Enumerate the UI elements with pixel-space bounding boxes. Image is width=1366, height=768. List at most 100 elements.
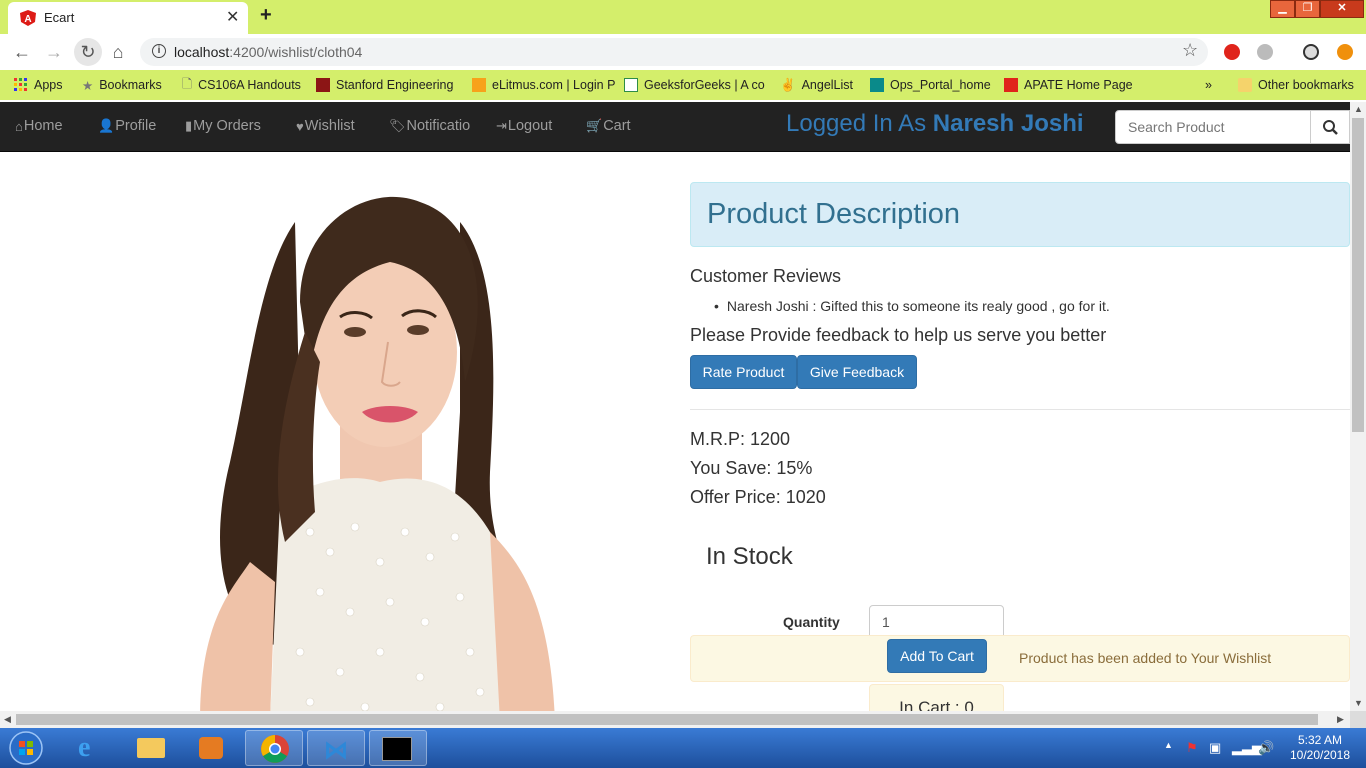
internet-explorer-icon[interactable]: e xyxy=(62,730,120,766)
bookmark-star-icon[interactable]: ☆ xyxy=(1182,40,1198,61)
search-button[interactable] xyxy=(1310,110,1350,144)
product-description-panel: Product Description xyxy=(690,182,1350,247)
panel-title: Product Description xyxy=(707,198,961,230)
add-to-cart-button[interactable]: Add To Cart xyxy=(887,639,987,673)
scroll-down-icon[interactable]: ▼ xyxy=(1354,698,1363,708)
horizontal-scroll-thumb[interactable] xyxy=(16,714,1318,725)
chrome-icon[interactable] xyxy=(245,730,303,766)
site-navbar: ⌂ Home 👤 Profile ▮ My Orders ♥ Wishlist … xyxy=(0,102,1350,152)
tray-expand-icon[interactable]: ▲ xyxy=(1164,740,1173,750)
window-close-button[interactable]: ✕ xyxy=(1320,0,1364,18)
bookmark-label: Bookmarks xyxy=(99,78,162,92)
action-center-flag-icon[interactable]: ⚑ xyxy=(1186,740,1198,756)
device-icon[interactable]: ▣ xyxy=(1209,740,1221,756)
url-host: localhost xyxy=(174,44,230,60)
nav-my-orders[interactable]: ▮ My Orders xyxy=(185,118,261,134)
browser-tab[interactable]: A Ecart ✕ xyxy=(8,2,248,34)
bookmark-label: APATE Home Page xyxy=(1024,78,1133,92)
scroll-right-icon[interactable]: ▶ xyxy=(1337,714,1344,725)
give-feedback-button[interactable]: Give Feedback xyxy=(797,355,917,389)
victory-hand-icon: ✌ xyxy=(780,77,796,92)
new-tab-button[interactable]: + xyxy=(260,4,272,27)
bookmark-stanford[interactable]: Stanford Engineering xyxy=(316,76,453,94)
bookmark-other[interactable]: Other bookmarks xyxy=(1238,76,1354,94)
rate-product-button[interactable]: Rate Product xyxy=(690,355,797,389)
scroll-up-icon[interactable]: ▲ xyxy=(1354,104,1363,114)
reload-icon[interactable]: ↻ xyxy=(76,40,100,64)
review-text: Naresh Joshi : Gifted this to someone it… xyxy=(726,298,1110,314)
horizontal-scrollbar[interactable]: ◀ ▶ xyxy=(0,711,1350,728)
nav-notifications[interactable]: 🏷 Notificatio xyxy=(389,118,470,134)
angular-icon: A xyxy=(20,10,36,26)
nav-label: Home xyxy=(23,118,63,134)
in-cart-badge: In Cart : 0 xyxy=(869,684,1004,711)
bookmark-angellist[interactable]: ✌ AngelList xyxy=(780,76,853,94)
customer-reviews-heading: Customer Reviews xyxy=(690,266,842,286)
forward-icon[interactable]: → xyxy=(42,40,66,64)
minimize-button[interactable]: ▁ xyxy=(1270,0,1295,18)
sharepoint-icon xyxy=(870,78,884,92)
url-text[interactable]: localhost:4200/wishlist/cloth04 xyxy=(174,44,362,60)
media-player-icon[interactable] xyxy=(182,730,240,766)
bullet-icon: • xyxy=(714,298,719,314)
soccer-extension-icon[interactable] xyxy=(1303,44,1319,60)
close-icon[interactable]: ✕ xyxy=(226,7,239,27)
folder-icon xyxy=(1238,78,1252,92)
maximize-button[interactable]: ❐ xyxy=(1295,0,1320,18)
scroll-left-icon[interactable]: ◀ xyxy=(4,714,11,725)
volume-icon[interactable]: 🔊 xyxy=(1258,740,1274,756)
opera-extension-icon[interactable] xyxy=(1224,44,1240,60)
cart-icon: 🛒 xyxy=(586,118,603,133)
elitmus-icon xyxy=(472,78,486,92)
bookmark-apps[interactable]: Apps xyxy=(14,76,63,94)
svg-text:A: A xyxy=(24,14,31,25)
star-icon: ★ xyxy=(82,78,94,93)
bookmark-label: eLitmus.com | Login P xyxy=(492,78,616,92)
back-icon[interactable]: ← xyxy=(10,40,34,64)
divider xyxy=(690,409,1350,410)
bookmark-elitmus[interactable]: eLitmus.com | Login P xyxy=(472,76,615,94)
page-viewport: ⌂ Home 👤 Profile ▮ My Orders ♥ Wishlist … xyxy=(0,102,1350,711)
bookmark-ops-portal[interactable]: Ops_Portal_home xyxy=(870,76,991,94)
nav-profile[interactable]: 👤 Profile xyxy=(98,118,156,134)
wishlist-message: Product has been added to Your Wishlist xyxy=(1019,650,1272,666)
mrp-text: M.R.P: 1200 xyxy=(690,429,791,449)
start-button-icon[interactable] xyxy=(6,730,46,766)
vscode-icon[interactable]: ⋈ xyxy=(307,730,365,766)
command-prompt-icon[interactable] xyxy=(369,730,427,766)
home-icon: ⌂ xyxy=(15,118,23,134)
apps-grid-icon xyxy=(14,78,27,91)
bookmark-cs106a[interactable]: 🗋 CS106A Handouts xyxy=(182,76,301,94)
nav-home[interactable]: ⌂ Home xyxy=(15,118,63,134)
nav-logout[interactable]: ⇥ Logout xyxy=(496,118,552,134)
nav-label: Profile xyxy=(115,118,157,134)
info-icon[interactable]: i xyxy=(152,44,166,58)
bookmark-apate[interactable]: APATE Home Page xyxy=(1004,76,1133,94)
bookmark-bookmarks[interactable]: ★ Bookmarks xyxy=(82,76,162,94)
nav-label: Notificatio xyxy=(406,118,471,134)
logged-in-label: Logged In As Naresh Joshi xyxy=(786,110,1084,138)
product-image xyxy=(200,196,555,711)
home-page-icon[interactable]: ⌂ xyxy=(106,40,130,64)
file-explorer-icon[interactable] xyxy=(122,730,180,766)
bookmark-label: Ops_Portal_home xyxy=(890,78,991,92)
quantity-input[interactable] xyxy=(869,605,1004,639)
clock-date: 10/20/2018 xyxy=(1289,748,1351,762)
bookmarks-overflow-chevron[interactable]: » xyxy=(1205,76,1212,94)
system-clock[interactable]: 5:32 AM 10/20/2018 xyxy=(1282,733,1358,763)
vertical-scrollbar[interactable]: ▲ ▼ xyxy=(1350,102,1366,711)
bookmark-geeksforgeeks[interactable]: GeeksforGeeks | A co xyxy=(624,76,765,94)
book-icon: ▮ xyxy=(185,118,193,133)
nav-cart[interactable]: 🛒 Cart xyxy=(586,118,631,134)
extension-icon[interactable] xyxy=(1257,44,1273,60)
heart-icon: ♥ xyxy=(296,118,304,134)
search-input[interactable] xyxy=(1115,110,1311,144)
update-icon[interactable] xyxy=(1337,44,1353,60)
browser-tabstrip: A Ecart ✕ + ▁ ❐ ✕ xyxy=(0,0,1366,34)
address-bar[interactable]: i localhost:4200/wishlist/cloth04 ☆ xyxy=(140,38,1208,66)
offer-price-text: Offer Price: 1020 xyxy=(690,487,826,507)
logged-user: Naresh Joshi xyxy=(932,110,1084,137)
bookmark-label: Apps xyxy=(34,78,63,92)
vertical-scroll-thumb[interactable] xyxy=(1352,118,1364,432)
nav-wishlist[interactable]: ♥ Wishlist xyxy=(296,118,355,134)
